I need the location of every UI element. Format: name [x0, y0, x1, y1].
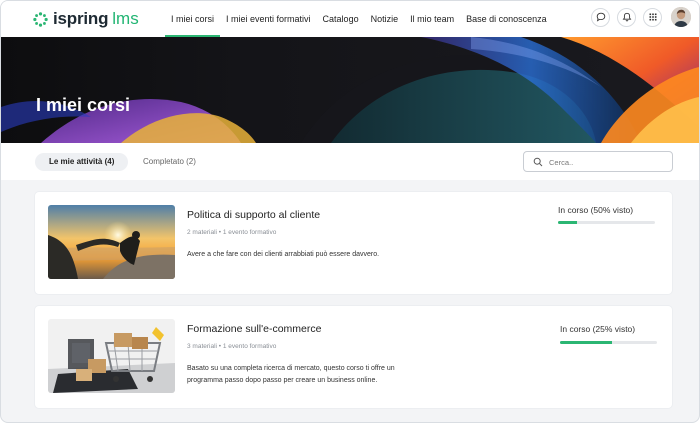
course-title[interactable]: Formazione sull'e-commerce [187, 323, 321, 335]
brand-suffix: lms [112, 9, 139, 28]
search-box[interactable] [523, 151, 673, 172]
avatar-image [671, 7, 691, 27]
course-title[interactable]: Politica di supporto al cliente [187, 209, 320, 221]
search-input[interactable] [549, 155, 664, 169]
apps-button[interactable] [643, 7, 662, 27]
chat-icon [596, 12, 605, 22]
search-icon [533, 157, 543, 167]
course-status: In corso (50% visto) [558, 205, 634, 215]
course-meta: 3 materiali • 1 evento formativo [187, 343, 277, 350]
user-avatar[interactable] [671, 7, 691, 27]
course-description: Basato su una completa ricerca di mercat… [187, 365, 395, 384]
course-progress-fill [560, 341, 613, 344]
course-meta: 2 materiali • 1 evento formativo [187, 229, 277, 236]
tab-completed[interactable]: Completato (2) [129, 153, 210, 171]
page-title: I miei corsi [36, 95, 131, 115]
tabs-bar: Le mie attività (4) Completato (2) [1, 143, 699, 180]
menu-item-news[interactable]: Notizie [365, 1, 405, 37]
course-image-support [48, 205, 175, 279]
course-card[interactable]: Formazione sull'e-commerce 3 materiali •… [35, 306, 672, 408]
menu-item-my-team[interactable]: Il mio team [404, 1, 460, 37]
course-progress-bar [558, 221, 655, 224]
course-thumbnail[interactable] [48, 319, 175, 393]
top-nav: ispring lms I miei corsi I miei eventi f… [1, 1, 699, 37]
bell-icon [622, 12, 631, 22]
notifications-button[interactable] [617, 7, 636, 27]
course-progress-fill [558, 221, 578, 224]
menu-item-my-events[interactable]: I miei eventi formativi [220, 1, 317, 37]
nav-actions [584, 7, 691, 27]
chat-button[interactable] [591, 7, 610, 27]
menu-item-catalog[interactable]: Catalogo [317, 1, 365, 37]
menu-item-knowledge-base[interactable]: Base di conoscenza [460, 1, 553, 37]
course-image-ecommerce [48, 319, 175, 393]
hero-abstract-image [1, 37, 699, 143]
course-card[interactable]: Politica di supporto al cliente 2 materi… [35, 192, 672, 294]
ispring-logo-icon [33, 11, 48, 27]
tab-my-activities[interactable]: Le mie attività (4) [35, 153, 129, 171]
course-status: In corso (25% visto) [560, 324, 636, 334]
course-thumbnail[interactable] [48, 205, 175, 279]
main-menu: I miei corsi I miei eventi formativi Cat… [165, 1, 553, 37]
course-progress-bar [560, 341, 657, 344]
course-description: Avere a che fare con dei clienti arrabbi… [187, 251, 380, 258]
menu-item-my-courses[interactable]: I miei corsi [165, 1, 221, 37]
grid-icon [649, 13, 656, 21]
app-window: ispring lms I miei corsi I miei eventi f… [0, 0, 700, 423]
brand-name: ispring [53, 9, 109, 28]
logo[interactable]: ispring lms [33, 9, 139, 28]
hero-banner: I miei corsi [1, 37, 699, 143]
